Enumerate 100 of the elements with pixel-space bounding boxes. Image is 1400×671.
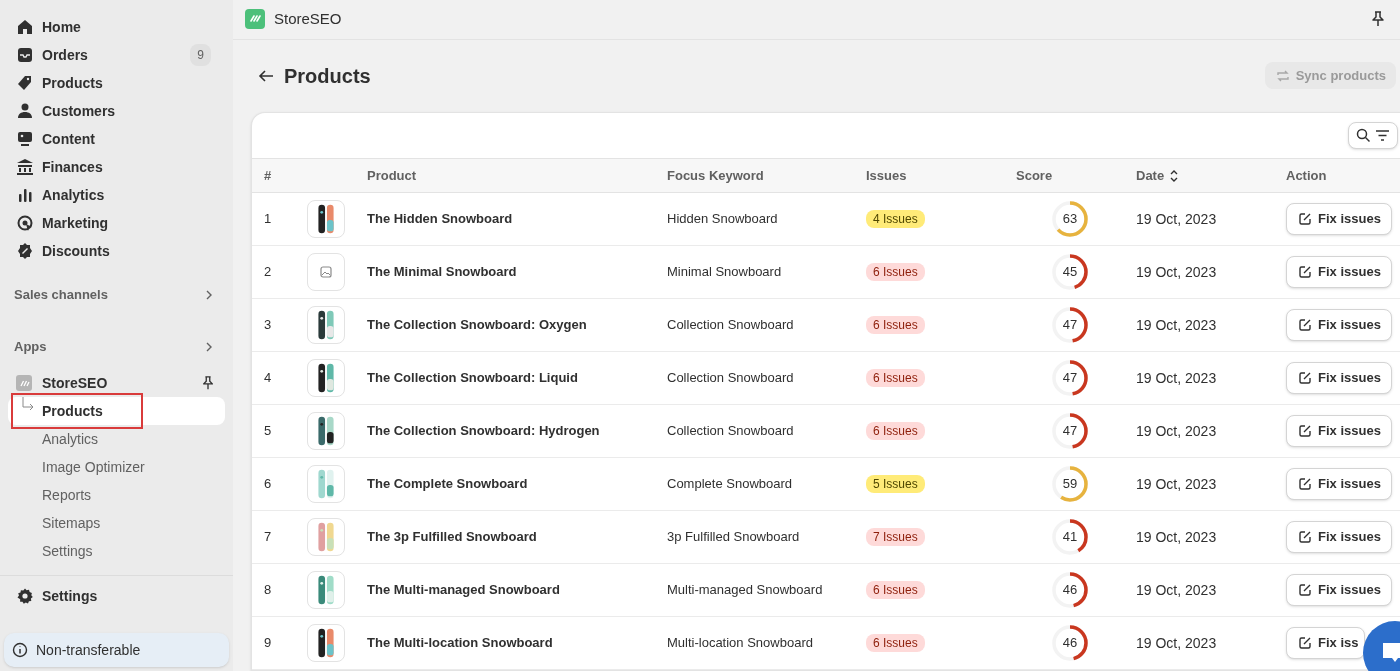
product-name[interactable]: The Collection Snowboard: Hydrogen (367, 421, 600, 441)
section-header[interactable]: Apps (8, 333, 225, 361)
issues-badge: 4 Issues (866, 210, 925, 229)
score-value: 59 (1061, 475, 1079, 494)
column-header: Action (1286, 167, 1327, 183)
nav-item[interactable]: Marketing (8, 209, 225, 237)
table-cell: 19 Oct, 2023 (1136, 316, 1217, 333)
table-cell: Collection Snowboard (667, 370, 794, 386)
fix-issues-button[interactable]: Fix issues (1286, 468, 1392, 500)
table-cell: Complete Snowboard (667, 476, 793, 492)
score-value: 63 (1061, 210, 1079, 229)
search-icon (1356, 128, 1371, 143)
nav-item[interactable]: Discounts (8, 237, 225, 265)
tag-icon (16, 74, 34, 92)
row-number: 3 (264, 317, 272, 333)
product-name[interactable]: The Multi-managed Snowboard (367, 580, 560, 600)
subnav-item[interactable]: Products (8, 397, 225, 425)
column-header: Focus Keyword (667, 167, 764, 183)
chevron-right-icon (205, 342, 213, 352)
row-number: 8 (264, 582, 272, 598)
score-value: 47 (1061, 422, 1079, 441)
column-header: Product (367, 167, 417, 183)
product-name[interactable]: The 3p Fulfilled Snowboard (367, 527, 537, 547)
column-header: Issues (866, 167, 907, 183)
nav-item[interactable]: Settings (8, 582, 225, 610)
score-value: 46 (1061, 634, 1079, 653)
nav-item[interactable]: Analytics (8, 181, 225, 209)
app-nav-item[interactable]: StoreSEO (42, 372, 201, 394)
column-header: # (264, 167, 272, 183)
nav-item[interactable]: Finances (8, 153, 225, 181)
edit-icon (1298, 530, 1312, 544)
product-name[interactable]: The Collection Snowboard: Oxygen (367, 315, 587, 335)
person-icon (16, 102, 34, 120)
nav-item[interactable]: Content (8, 125, 225, 153)
search-filter-button[interactable] (1348, 122, 1398, 149)
product-name[interactable]: The Multi-location Snowboard (367, 633, 553, 653)
subnav-item[interactable]: Analytics (8, 425, 225, 453)
subnav-item[interactable]: Settings (8, 537, 225, 565)
issues-badge: 6 Issues (866, 581, 925, 600)
sort-icon[interactable] (1169, 169, 1180, 184)
target-icon (16, 214, 34, 232)
table-cell: 19 Oct, 2023 (1136, 634, 1217, 651)
subnav-item[interactable]: Reports (8, 481, 225, 509)
issues-badge: 5 Issues (866, 475, 925, 494)
info-icon (12, 642, 28, 658)
footer-text: Non-transferable (36, 640, 141, 660)
table-cell: 19 Oct, 2023 (1136, 528, 1217, 545)
fix-issues-button[interactable]: Fix issues (1286, 203, 1392, 235)
table-cell: Collection Snowboard (667, 423, 794, 439)
bank-icon (16, 158, 34, 176)
row-number: 6 (264, 476, 272, 492)
monitor-icon (16, 130, 34, 148)
edit-icon (1298, 477, 1312, 491)
nav-item[interactable]: Orders 9 (8, 41, 225, 69)
nav-item[interactable]: Products (8, 69, 225, 97)
fix-issues-button[interactable]: Fix iss (1286, 627, 1366, 659)
fix-issues-button[interactable]: Fix issues (1286, 256, 1392, 288)
issues-badge: 7 Issues (866, 528, 925, 547)
product-name[interactable]: The Complete Snowboard (367, 474, 528, 494)
issues-badge: 6 Issues (866, 634, 925, 653)
edit-icon (1298, 636, 1312, 650)
pin-icon[interactable] (201, 375, 215, 391)
product-name[interactable]: The Hidden Snowboard (367, 209, 513, 229)
fix-issues-button[interactable]: Fix issues (1286, 521, 1392, 553)
issues-badge: 6 Issues (866, 422, 925, 441)
fix-issues-button[interactable]: Fix issues (1286, 574, 1392, 606)
pin-icon[interactable] (1370, 10, 1386, 29)
fix-issues-button[interactable]: Fix issues (1286, 362, 1392, 394)
column-header: Date (1136, 167, 1165, 183)
score-value: 47 (1061, 316, 1079, 335)
edit-icon (1298, 318, 1312, 332)
page-title: Products (284, 63, 371, 89)
fix-issues-button[interactable]: Fix issues (1286, 309, 1392, 341)
edit-icon (1298, 424, 1312, 438)
table-cell: 3p Fulfilled Snowboard (667, 529, 800, 545)
subnav-item[interactable]: Image Optimizer (8, 453, 225, 481)
fix-issues-button[interactable]: Fix issues (1286, 415, 1392, 447)
app-logo-icon (16, 375, 32, 391)
table-cell: Multi-managed Snowboard (667, 582, 823, 598)
subnav-item[interactable]: Sitemaps (8, 509, 225, 537)
score-value: 41 (1061, 528, 1079, 547)
product-name[interactable]: The Minimal Snowboard (367, 262, 517, 282)
row-number: 5 (264, 423, 272, 439)
back-arrow-icon[interactable] (258, 68, 274, 83)
nav-item[interactable]: Customers (8, 97, 225, 125)
table-cell: Hidden Snowboard (667, 211, 778, 227)
row-number: 7 (264, 529, 272, 545)
score-value: 47 (1061, 369, 1079, 388)
column-header: Score (1016, 167, 1053, 183)
section-header[interactable]: Sales channels (8, 281, 225, 309)
edit-icon (1298, 583, 1312, 597)
table-cell: 19 Oct, 2023 (1136, 369, 1217, 386)
issues-badge: 6 Issues (866, 316, 925, 335)
home-icon (16, 18, 34, 36)
count-badge: 9 (190, 44, 211, 66)
table-cell: Multi-location Snowboard (667, 635, 813, 651)
edit-icon (1298, 371, 1312, 385)
nav-item[interactable]: Home (8, 13, 225, 41)
product-name[interactable]: The Collection Snowboard: Liquid (367, 368, 578, 388)
table-cell: 19 Oct, 2023 (1136, 210, 1217, 227)
